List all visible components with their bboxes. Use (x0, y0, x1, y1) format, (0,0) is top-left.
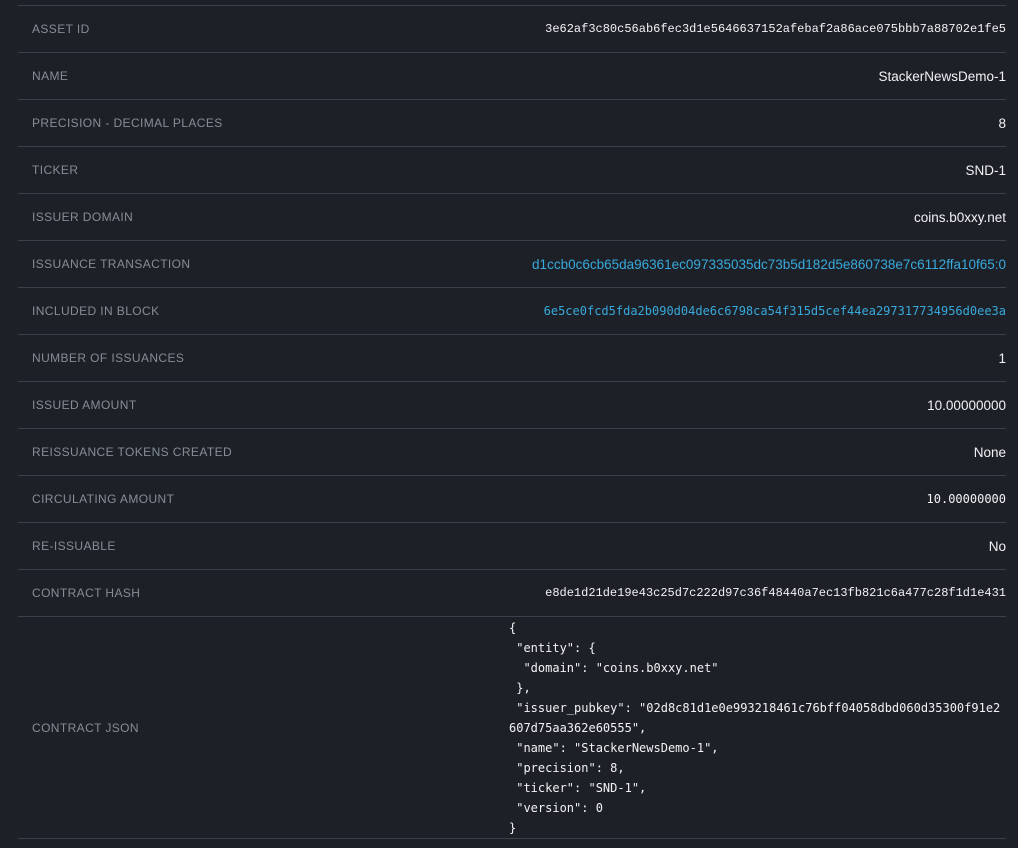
row-asset-id: ASSET ID 3e62af3c80c56ab6fec3d1e56466371… (18, 5, 1006, 52)
row-issuer-domain: ISSUER DOMAIN coins.b0xxy.net (18, 193, 1006, 240)
issuance-transaction-link[interactable]: d1ccb0c6cb65da96361ec097335035dc73b5d182… (532, 257, 1006, 272)
number-of-issuances-value: 1 (184, 351, 1006, 366)
row-contract-json: CONTRACT JSON { "entity": { "domain": "c… (18, 616, 1006, 839)
row-reissuance-tokens: REISSUANCE TOKENS CREATED None (18, 428, 1006, 475)
asset-id-value: 3e62af3c80c56ab6fec3d1e5646637152afebaf2… (90, 22, 1006, 36)
contract-hash-value: e8de1d21de19e43c25d7c222d97c36f48440a7ec… (140, 586, 1006, 600)
contract-json-value: { "entity": { "domain": "coins.b0xxy.net… (509, 618, 1006, 838)
ticker-label: TICKER (18, 163, 78, 177)
issued-amount-value: 10.00000000 (137, 398, 1006, 413)
precision-value: 8 (223, 116, 1006, 131)
row-issuance-transaction: ISSUANCE TRANSACTION d1ccb0c6cb65da96361… (18, 240, 1006, 287)
row-issued-amount: ISSUED AMOUNT 10.00000000 (18, 381, 1006, 428)
row-contract-hash: CONTRACT HASH e8de1d21de19e43c25d7c222d9… (18, 569, 1006, 616)
circulating-amount-label: CIRCULATING AMOUNT (18, 492, 174, 506)
reissuance-tokens-label: REISSUANCE TOKENS CREATED (18, 445, 232, 459)
precision-label: PRECISION - DECIMAL PLACES (18, 116, 223, 130)
reissuance-tokens-value: None (232, 445, 1006, 460)
row-ticker: TICKER SND-1 (18, 146, 1006, 193)
issued-amount-label: ISSUED AMOUNT (18, 398, 137, 412)
issuer-domain-value: coins.b0xxy.net (133, 210, 1006, 225)
row-included-in-block: INCLUDED IN BLOCK 6e5ce0fcd5fda2b090d04d… (18, 287, 1006, 334)
re-issuable-value: No (116, 539, 1006, 554)
number-of-issuances-label: NUMBER OF ISSUANCES (18, 351, 184, 365)
contract-hash-label: CONTRACT HASH (18, 586, 140, 600)
row-re-issuable: RE-ISSUABLE No (18, 522, 1006, 569)
row-name: NAME StackerNewsDemo-1 (18, 52, 1006, 99)
included-in-block-label: INCLUDED IN BLOCK (18, 304, 160, 318)
row-precision: PRECISION - DECIMAL PLACES 8 (18, 99, 1006, 146)
asset-details-table: ASSET ID 3e62af3c80c56ab6fec3d1e56466371… (18, 5, 1006, 839)
circulating-amount-value: 10.00000000 (174, 492, 1006, 506)
contract-json-label: CONTRACT JSON (18, 721, 139, 735)
included-in-block-link[interactable]: 6e5ce0fcd5fda2b090d04de6c6798ca54f315d5c… (544, 304, 1006, 318)
row-number-of-issuances: NUMBER OF ISSUANCES 1 (18, 334, 1006, 381)
row-circulating-amount: CIRCULATING AMOUNT 10.00000000 (18, 475, 1006, 522)
re-issuable-label: RE-ISSUABLE (18, 539, 116, 553)
issuance-transaction-label: ISSUANCE TRANSACTION (18, 257, 190, 271)
name-value: StackerNewsDemo-1 (68, 69, 1006, 84)
asset-id-label: ASSET ID (18, 22, 90, 36)
issuer-domain-label: ISSUER DOMAIN (18, 210, 133, 224)
ticker-value: SND-1 (78, 163, 1006, 178)
name-label: NAME (18, 69, 68, 83)
